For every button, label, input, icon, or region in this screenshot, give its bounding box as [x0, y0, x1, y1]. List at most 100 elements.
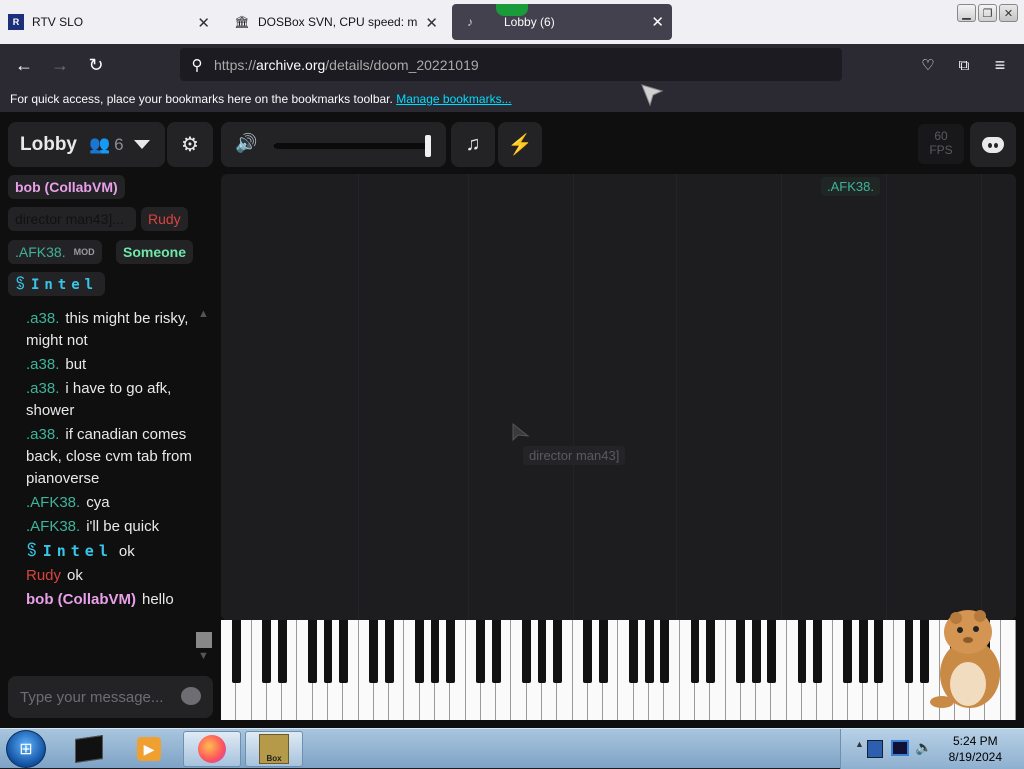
manage-bookmarks-link[interactable]: Manage bookmarks...	[396, 92, 511, 106]
taskbar-app-dosbox[interactable]: Box	[245, 731, 303, 767]
user-name: Someone	[123, 244, 187, 260]
url-text: https://archive.org/details/doom_2022101…	[214, 56, 479, 73]
back-button[interactable]: ←	[11, 53, 37, 77]
piano-black-key[interactable]	[323, 620, 333, 683]
volume-tray-icon[interactable]: 🔈	[915, 739, 932, 756]
tab-rtv-slo[interactable]: R RTV SLO ✕	[8, 0, 218, 44]
pianoverse-favicon-icon: ♪	[467, 15, 473, 29]
taskbar-app-terminal[interactable]	[60, 731, 118, 767]
piano-black-key[interactable]	[430, 620, 440, 683]
piano-black-key[interactable]	[369, 620, 379, 683]
minimize-icon[interactable]: ▁	[957, 4, 976, 22]
music-note-icon: ♫	[465, 133, 481, 155]
piano-black-key[interactable]	[338, 620, 348, 683]
menu-icon[interactable]: ≡	[987, 53, 1013, 77]
discord-icon	[982, 136, 1004, 153]
user-chip[interactable]: Rudy	[141, 207, 188, 231]
user-chip[interactable]: Someone	[116, 240, 194, 264]
tab-label: RTV SLO	[32, 15, 84, 29]
chat-bubble-icon[interactable]	[181, 687, 201, 705]
piano-black-key[interactable]	[766, 620, 776, 683]
system-clock[interactable]: 5:24 PM 8/19/2024	[949, 733, 1002, 765]
tab-dosbox[interactable]: 🏛 DOSBox SVN, CPU speed: max ✕	[234, 0, 446, 44]
close-window-icon[interactable]: ✕	[999, 4, 1018, 22]
scroll-up-icon[interactable]: ▲	[198, 308, 209, 320]
pianoverse-page: Lobby 👥 6 ⚙ bob (CollabVM) director man4…	[0, 112, 1024, 728]
volume-slider-thumb[interactable]	[424, 135, 431, 157]
music-button[interactable]: ♫	[451, 122, 495, 167]
discord-button[interactable]	[970, 122, 1016, 167]
taskbar-app-firefox[interactable]	[183, 731, 241, 767]
extensions-icon[interactable]: ⧉	[951, 53, 977, 77]
piano-black-key[interactable]	[231, 620, 241, 683]
reload-button[interactable]: ↻	[83, 53, 109, 77]
piano-black-key[interactable]	[812, 620, 822, 683]
chat-input-box[interactable]	[8, 676, 213, 718]
user-chip[interactable]: bob (CollabVM)	[8, 175, 125, 199]
piano-black-key[interactable]	[491, 620, 501, 683]
piano-black-key[interactable]	[522, 620, 532, 683]
chat-message: .a38. if canadian comes back, close cvm t…	[26, 424, 196, 490]
close-icon[interactable]: ✕	[651, 13, 664, 31]
tab-lobby[interactable]: ♪ Lobby (6) ✕	[452, 4, 672, 40]
piano-black-key[interactable]	[629, 620, 639, 683]
hamster-sticker-icon	[930, 610, 1000, 708]
taskbar-app-media-player[interactable]: ▶	[120, 731, 178, 767]
piano-black-key[interactable]	[415, 620, 425, 683]
piano-black-key[interactable]	[873, 620, 883, 683]
user-name: .AFK38.	[15, 244, 66, 260]
piano-black-key[interactable]	[690, 620, 700, 683]
network-icon[interactable]	[891, 740, 909, 756]
midi-button[interactable]: ⚡	[498, 122, 542, 167]
piano-black-key[interactable]	[797, 620, 807, 683]
user-chip[interactable]: ꌗIntel	[8, 272, 106, 296]
speaker-icon[interactable]: 🔊	[235, 133, 257, 154]
chat-message: .AFK38. i'll be quick	[26, 516, 196, 538]
piano-black-key[interactable]	[751, 620, 761, 683]
piano-black-key[interactable]	[277, 620, 287, 683]
piano-black-key[interactable]	[858, 620, 868, 683]
user-count-value: 6	[114, 134, 124, 154]
piano-black-key[interactable]	[736, 620, 746, 683]
settings-button[interactable]: ⚙	[167, 122, 213, 167]
piano-black-key[interactable]	[659, 620, 669, 683]
volume-slider[interactable]	[273, 135, 431, 157]
user-chip[interactable]: .AFK38. MOD	[8, 240, 102, 264]
grid-line	[781, 174, 782, 620]
scroll-down-icon[interactable]: ▼	[198, 650, 209, 662]
grid-line	[468, 174, 469, 620]
close-icon[interactable]: ✕	[425, 14, 438, 32]
url-bar[interactable]: ⚲ https://archive.org/details/doom_20221…	[180, 48, 842, 81]
piano-black-key[interactable]	[583, 620, 593, 683]
user-chip[interactable]: director man43]...	[8, 207, 136, 231]
piano-black-key[interactable]	[598, 620, 608, 683]
piano-black-key[interactable]	[537, 620, 547, 683]
piano-black-key[interactable]	[705, 620, 715, 683]
piano-black-key[interactable]	[476, 620, 486, 683]
piano-black-key[interactable]	[552, 620, 562, 683]
lobby-selector[interactable]: Lobby 👥 6	[8, 122, 165, 167]
start-button[interactable]: ⊞	[6, 730, 46, 768]
fps-unit: FPS	[929, 143, 953, 157]
piano-black-key[interactable]	[262, 620, 272, 683]
forward-button[interactable]: →	[47, 53, 73, 77]
piano-roll-stage[interactable]: .AFK38. director man43]	[221, 174, 1016, 620]
tab-label: Lobby (6)	[504, 15, 555, 29]
tray-app-icon[interactable]	[867, 740, 883, 758]
piano-black-key[interactable]	[644, 620, 654, 683]
user-count: 👥 6	[89, 135, 124, 155]
chat-message-input[interactable]	[20, 688, 170, 706]
volume-fill	[273, 143, 428, 149]
piano-black-key[interactable]	[384, 620, 394, 683]
piano-black-key[interactable]	[308, 620, 318, 683]
maximize-icon[interactable]: ❐	[978, 4, 997, 22]
piano-black-key[interactable]	[904, 620, 914, 683]
piano-black-key[interactable]	[445, 620, 455, 683]
chevron-down-icon	[133, 140, 150, 149]
chat-scrollbar-thumb[interactable]	[196, 632, 212, 648]
show-hidden-icons-icon[interactable]: ▲	[855, 739, 864, 749]
close-icon[interactable]: ✕	[197, 14, 210, 32]
pocket-icon[interactable]: ♡	[915, 53, 941, 77]
piano-black-key[interactable]	[843, 620, 853, 683]
piano-keyboard[interactable]	[221, 620, 1016, 720]
